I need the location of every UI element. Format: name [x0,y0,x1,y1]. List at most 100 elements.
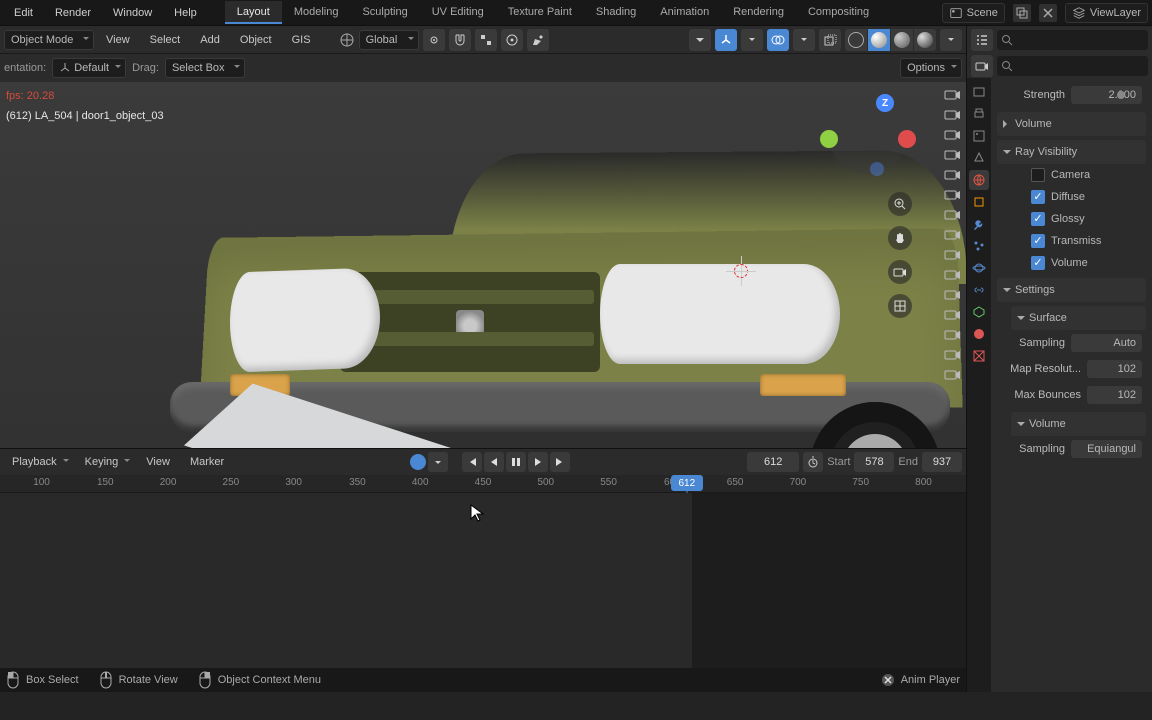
gizmo-dropdown[interactable] [741,29,763,51]
ws-sculpting[interactable]: Sculpting [350,1,419,24]
tab-modifiers[interactable] [969,214,989,234]
ws-rendering[interactable]: Rendering [721,1,796,24]
scene-delete-button[interactable] [1039,4,1057,22]
ws-modeling[interactable]: Modeling [282,1,351,24]
autokey-dropdown[interactable] [428,452,448,472]
hdr-view[interactable]: View [98,30,138,50]
hdr-object[interactable]: Object [232,30,280,50]
map-resolution-field[interactable]: 102 [1087,360,1142,378]
tab-constraints[interactable] [969,280,989,300]
camera-restrict-icon[interactable] [944,228,962,242]
jump-start-button[interactable] [462,452,482,472]
camera-restrict-icon[interactable] [944,368,962,382]
menu-render[interactable]: Render [45,3,101,23]
ws-uvediting[interactable]: UV Editing [420,1,496,24]
menu-help[interactable]: Help [164,3,207,23]
camera-view-button[interactable] [888,260,912,284]
tab-viewlayer[interactable] [969,126,989,146]
keying-menu[interactable]: Keying [77,452,135,472]
shading-dropdown[interactable] [940,29,962,51]
camera-checkbox[interactable] [1031,168,1045,182]
snap-toggle[interactable] [449,29,471,51]
diffuse-checkbox[interactable] [1031,190,1045,204]
volume-subpanel-header[interactable]: Volume [1011,412,1146,436]
camera-restrict-icon[interactable] [944,248,962,262]
camera-restrict-icon[interactable] [944,208,962,222]
proportional-toggle[interactable] [501,29,523,51]
camera-restrict-icon[interactable] [944,188,962,202]
camera-restrict-icon[interactable] [944,288,962,302]
status-anim-player[interactable]: Anim Player [881,673,960,687]
scene-new-button[interactable] [1013,4,1031,22]
shading-matprev[interactable] [891,29,913,51]
ws-layout[interactable]: Layout [225,1,282,24]
annotation-toggle[interactable] [527,29,549,51]
strength-slider[interactable]: 2.000 [1071,86,1142,104]
camera-restrict-icon[interactable] [944,348,962,362]
axis-neg-z[interactable] [870,162,884,176]
pause-button[interactable] [506,452,526,472]
prev-keyframe-button[interactable] [484,452,504,472]
viewlayer-selector[interactable]: ViewLayer [1065,3,1148,23]
options-dropdown[interactable]: Options [900,58,962,78]
properties-search[interactable] [997,56,1148,76]
axis-y[interactable] [820,130,838,148]
tab-physics[interactable] [969,258,989,278]
shading-solid[interactable] [868,29,890,51]
camera-restrict-icon[interactable] [944,268,962,282]
tab-output[interactable] [969,104,989,124]
menu-edit[interactable]: Edit [4,3,43,23]
overlays-dropdown[interactable] [793,29,815,51]
nav-gizmo[interactable]: Z [828,94,918,184]
menu-window[interactable]: Window [103,3,162,23]
timeline-body[interactable] [0,493,966,668]
outliner-display-mode[interactable] [971,29,993,51]
max-bounces-field[interactable]: 102 [1087,386,1142,404]
autokey-toggle[interactable] [410,454,426,470]
glossy-checkbox[interactable] [1031,212,1045,226]
snap-dropdown[interactable] [475,29,497,51]
gizmo-toggle[interactable] [715,29,737,51]
current-frame-field[interactable]: 612 [747,452,799,472]
tab-render[interactable] [969,82,989,102]
next-keyframe-button[interactable] [528,452,548,472]
axis-z[interactable]: Z [876,94,894,112]
ray-visibility-header[interactable]: Ray Visibility [997,140,1146,164]
outliner-search[interactable] [997,30,1148,50]
camera-restrict-icon[interactable] [944,108,962,122]
playhead[interactable]: 612 [671,475,703,491]
overlays-toggle[interactable] [767,29,789,51]
scene-selector[interactable]: Scene [942,3,1005,23]
playback-menu[interactable]: Playback [4,452,73,472]
ws-shading[interactable]: Shading [584,1,648,24]
tab-material[interactable] [969,324,989,344]
timeline-ruler[interactable]: 100 150 200 250 300 350 400 450 500 550 … [0,475,966,493]
camera-restrict-icon[interactable] [944,308,962,322]
tab-data[interactable] [969,302,989,322]
tab-texture[interactable] [969,346,989,366]
orientation-default-dropdown[interactable]: Default [52,58,126,78]
tl-marker-menu[interactable]: Marker [182,452,232,472]
mode-dropdown[interactable]: Object Mode [4,30,94,50]
sampling-value-field[interactable]: Auto [1071,334,1142,352]
tab-world[interactable] [969,170,989,190]
camera-restrict-icon[interactable] [944,148,962,162]
volume-checkbox[interactable] [1031,256,1045,270]
shading-wireframe[interactable] [845,29,867,51]
ws-texturepaint[interactable]: Texture Paint [496,1,584,24]
zoom-button[interactable] [888,192,912,216]
jump-end-button[interactable] [550,452,570,472]
surface-subpanel-header[interactable]: Surface [1011,306,1146,330]
tl-view-menu[interactable]: View [138,452,178,472]
camera-restrict-icon[interactable] [944,88,962,102]
camera-restrict-icon[interactable] [944,128,962,142]
viewport-3d[interactable]: fps: 20.28 (612) LA_504 | door1_object_0… [0,82,966,448]
ws-animation[interactable]: Animation [648,1,721,24]
volume-panel-header[interactable]: Volume [997,112,1146,136]
camera-restrict-icon[interactable] [944,328,962,342]
pivot-dropdown[interactable] [423,29,445,51]
transmission-checkbox[interactable] [1031,234,1045,248]
xray-toggle[interactable] [819,29,841,51]
object-types-dropdown[interactable] [689,29,711,51]
axis-x[interactable] [898,130,916,148]
